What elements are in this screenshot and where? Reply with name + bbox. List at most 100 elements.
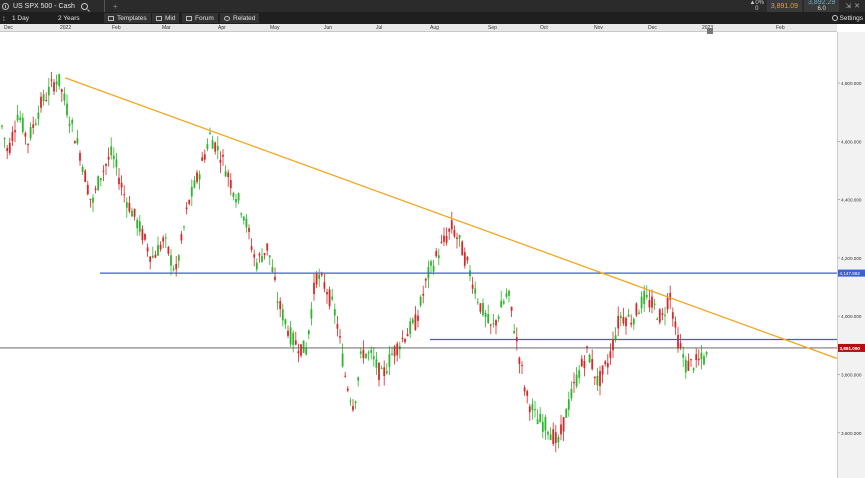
- templates-icon: [108, 15, 114, 21]
- candle-body: [313, 282, 315, 294]
- candle-body: [11, 131, 14, 141]
- candle-body: [266, 243, 269, 251]
- candle-body: [383, 367, 386, 377]
- candle-body: [492, 323, 495, 325]
- related-button[interactable]: Related: [220, 13, 260, 23]
- candle-body: [227, 172, 230, 178]
- candle-body: [638, 312, 640, 314]
- trendline: [64, 77, 837, 360]
- candle-body: [625, 317, 627, 327]
- add-tab-icon[interactable]: +: [113, 2, 118, 11]
- candle-body: [3, 137, 6, 140]
- candle-body: [193, 180, 196, 188]
- candle-body: [588, 354, 591, 363]
- date-tick-label: Mar: [162, 25, 171, 31]
- candle-body: [591, 359, 594, 370]
- candle-body: [437, 255, 440, 259]
- candle-body: [523, 387, 526, 392]
- date-tick-label: Oct: [540, 25, 548, 31]
- interval-selector[interactable]: ⁞ 1 Day: [3, 12, 29, 24]
- candle-body: [622, 317, 625, 324]
- candle-body: [695, 354, 698, 361]
- search-icon[interactable]: [80, 2, 88, 10]
- price-tick-label: 4,600.000: [841, 139, 862, 144]
- candle-body: [84, 170, 87, 183]
- candle-body: [666, 297, 669, 310]
- price-axis[interactable]: 4,800.000 4,600.000 4,400.000 4,200.000 4,00…: [837, 32, 865, 478]
- candle-body: [99, 178, 102, 181]
- templates-button[interactable]: Templates: [104, 13, 151, 23]
- candle-body: [47, 86, 50, 96]
- candle-body: [617, 316, 620, 329]
- forum-label: Forum: [195, 14, 214, 22]
- candle-body: [596, 375, 599, 386]
- candle-body: [414, 314, 417, 331]
- candle-body: [692, 368, 695, 371]
- candle-body: [37, 112, 40, 119]
- candle-body: [578, 370, 581, 378]
- candle-body: [297, 351, 300, 354]
- candle-body: [315, 272, 318, 285]
- forum-button[interactable]: Forum: [182, 13, 218, 23]
- pin-icon[interactable]: ⇲: [845, 3, 854, 10]
- candle-body: [687, 360, 690, 371]
- settings-button[interactable]: Settings: [831, 12, 863, 24]
- candle-body: [271, 267, 274, 272]
- candle-body: [305, 348, 308, 355]
- instrument-tab[interactable]: US SPX 500 - Cash +: [2, 0, 118, 12]
- candle-body: [206, 144, 209, 150]
- candle-body: [562, 417, 565, 432]
- period-selector[interactable]: 2 Years: [58, 12, 80, 24]
- candle-body: [86, 184, 89, 195]
- candle-body: [211, 140, 214, 149]
- candle-body: [419, 296, 422, 306]
- candle-body: [21, 117, 24, 132]
- candle-body: [424, 278, 427, 281]
- candle-body: [573, 381, 575, 384]
- candle-body: [406, 334, 409, 337]
- chart-toolbar: ⁞ 1 Day 2 Years Templates Mid Forum Rela…: [0, 12, 865, 24]
- close-icon[interactable]: ✕: [854, 3, 863, 10]
- candle-body: [196, 172, 198, 182]
- candle-body: [27, 143, 29, 145]
- candle-body: [157, 245, 159, 256]
- tab-divider: [103, 0, 105, 12]
- candle-body: [627, 314, 630, 317]
- candle-body: [549, 434, 552, 441]
- candle-body: [677, 334, 679, 349]
- candle-body: [430, 261, 432, 266]
- candle-body: [146, 247, 149, 252]
- candle-body: [294, 340, 297, 345]
- buy-price-button[interactable]: 3,892.29 6.0: [804, 0, 840, 12]
- candle-body: [29, 127, 32, 139]
- candle-body: [167, 246, 170, 254]
- candle-body: [640, 296, 643, 309]
- date-tick-label: Sep: [488, 25, 497, 31]
- candle-body: [250, 246, 253, 250]
- candle-body: [541, 421, 544, 432]
- candle-body: [19, 117, 22, 120]
- candle-body: [263, 252, 266, 255]
- info-icon[interactable]: [2, 2, 9, 10]
- date-tick-label: Feb: [112, 25, 121, 31]
- window-controls[interactable]: ⇲✕: [845, 2, 863, 10]
- price-type-label: Mid: [165, 14, 176, 22]
- candle-body: [661, 313, 664, 315]
- candle-body: [42, 94, 45, 102]
- sell-price-button[interactable]: 3,891.09: [766, 0, 802, 12]
- forum-icon: [186, 15, 192, 21]
- candle-body: [58, 73, 61, 86]
- candle-body: [79, 153, 81, 161]
- candle-body: [32, 124, 35, 128]
- candle-body: [479, 303, 482, 312]
- candle-body: [375, 359, 378, 368]
- price-chart[interactable]: [0, 32, 837, 478]
- candle-body: [131, 210, 133, 217]
- candle-body: [229, 180, 232, 189]
- candle-body: [144, 234, 146, 240]
- candle-body: [222, 154, 224, 157]
- candle-body: [102, 170, 105, 172]
- price-type-button[interactable]: Mid: [152, 13, 180, 23]
- candle-body: [612, 339, 614, 351]
- candle-body: [401, 337, 404, 339]
